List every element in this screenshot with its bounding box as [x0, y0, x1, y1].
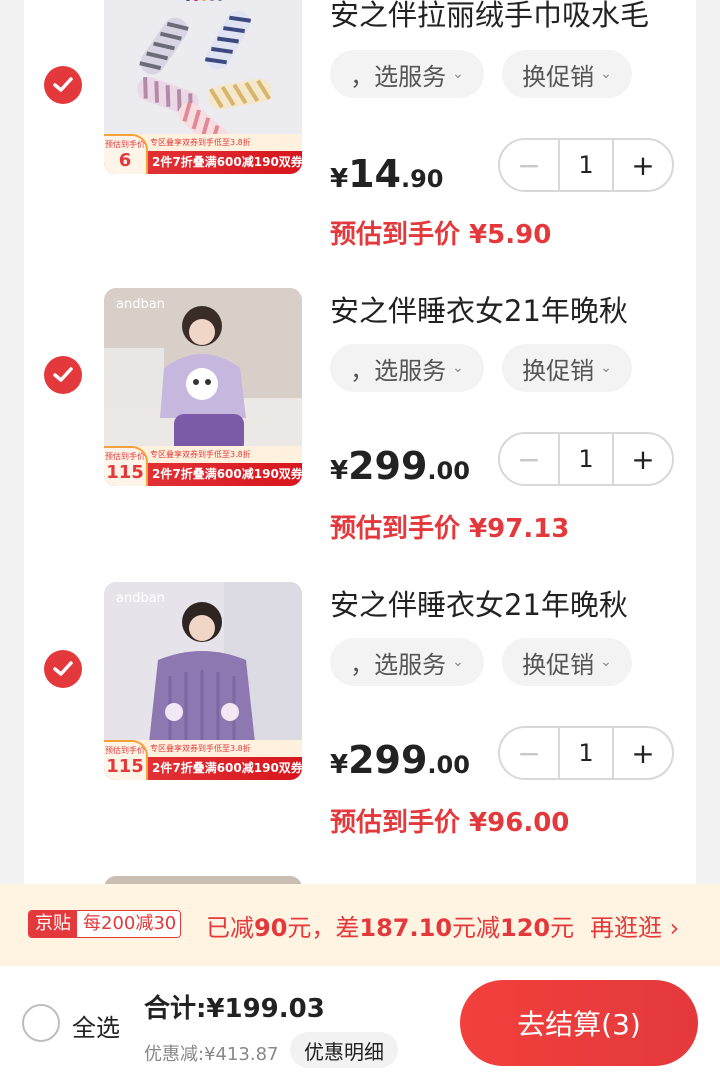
discount-amount: 优惠减:¥413.87 [144, 1044, 279, 1065]
select-service-button[interactable]: ，选服务 ⌄ [330, 344, 484, 392]
product-title[interactable]: 安之伴睡衣女21年晚秋 [330, 582, 690, 624]
chevron-down-icon: ⌄ [452, 654, 464, 670]
price-integer: 14 [348, 152, 401, 196]
msg-prefix: 已减 [206, 914, 254, 942]
select-service-button[interactable]: ，选服务 ⌄ [330, 50, 484, 98]
change-promo-button[interactable]: 换促销 ⌄ [502, 638, 632, 686]
badge-label: 预估到手价 [105, 452, 145, 461]
price-decimal: .90 [400, 165, 444, 193]
discount-detail-button[interactable]: 优惠明细 [290, 1032, 398, 1068]
decrease-button[interactable]: − [500, 728, 558, 778]
change-promo-button[interactable]: 换促销 ⌄ [502, 344, 632, 392]
promo-strip: 专区叠享双券到手低至3.8折 2件7折叠满600减190双券 预估到手价 6 [104, 134, 302, 174]
quantity-stepper: − 1 + [498, 432, 674, 486]
subsidy-tag-label: 京贴 [29, 911, 77, 937]
checkout-button[interactable]: 去结算(3) [460, 980, 698, 1066]
estimate-badge: 预估到手价 115 [104, 740, 148, 780]
subsidy-message: 已减90元，差187.10元减120元 [206, 908, 574, 943]
cart-item: 安之伴睡衣女21年晚秋 [24, 876, 696, 884]
product-price: ¥299.00 [330, 738, 470, 782]
increase-button[interactable]: + [614, 728, 672, 778]
select-all-label[interactable]: 全选 [72, 1008, 120, 1043]
increase-button[interactable]: + [614, 434, 672, 484]
product-price: ¥299.00 [330, 444, 470, 488]
quantity-stepper: − 1 + [498, 726, 674, 780]
product-image[interactable]: andban 专区叠享双券到手低至3.8折 2件7折叠满600减190双券 预估… [104, 582, 302, 780]
promo-strip: 专区叠享双券到手低至3.8折 2件7折叠满600减190双券 预估到手价 115 [104, 740, 302, 780]
promo-label: 换促销 [522, 650, 595, 679]
product-image[interactable] [104, 876, 302, 884]
msg-suffix: 元 [550, 914, 575, 942]
msg-amount-next: 120 [500, 914, 551, 942]
checkout-bar: 全选 合计:¥199.03 优惠减:¥413.87 优惠明细 去结算(3) [0, 966, 720, 1079]
quantity-value[interactable]: 1 [558, 728, 614, 778]
check-icon [53, 661, 73, 676]
promo-label: 换促销 [522, 62, 595, 91]
badge-number: 6 [118, 150, 132, 171]
chevron-down-icon: ⌄ [600, 66, 612, 82]
change-promo-button[interactable]: 换促销 ⌄ [502, 50, 632, 98]
msg-mid: 元，差 [287, 914, 360, 942]
quantity-value[interactable]: 1 [558, 434, 614, 484]
item-checkbox-checked[interactable] [44, 356, 82, 394]
total-price: 合计:¥199.03 [144, 994, 325, 1024]
subsidy-banner: 京贴 每200减30 已减90元，差187.10元减120元 再逛逛 › [0, 884, 720, 966]
msg-mid2: 元减 [452, 914, 501, 942]
decrease-button[interactable]: − [500, 434, 558, 484]
quantity-stepper: − 1 + [498, 138, 674, 192]
chevron-down-icon: ⌄ [452, 360, 464, 376]
price-currency: ¥ [330, 164, 349, 194]
browse-more-link[interactable]: 再逛逛 › [590, 908, 679, 943]
estimated-price: 预估到手价 ¥96.00 [330, 808, 570, 838]
msg-amount-reduced: 90 [254, 914, 288, 942]
item-checkbox-checked[interactable] [44, 650, 82, 688]
select-all-checkbox[interactable] [22, 1004, 60, 1042]
chevron-down-icon: ⌄ [600, 360, 612, 376]
promo-strip: 专区叠享双券到手低至3.8折 2件7折叠满600减190双券 预估到手价 115 [104, 446, 302, 486]
price-integer: 299 [348, 444, 428, 488]
msg-amount-gap: 187.10 [359, 914, 453, 942]
price-currency: ¥ [330, 456, 349, 486]
product-title[interactable]: 安之伴睡衣女21年晚秋 [330, 288, 690, 330]
price-integer: 299 [348, 738, 428, 782]
estimate-badge: 预估到手价 6 [104, 134, 148, 174]
service-label: ，选服务 [350, 356, 447, 385]
service-label: ，选服务 [350, 650, 447, 679]
product-image[interactable]: andban 专区叠享双券到手低至3.8折 2件7折叠满600减190双券 预估… [104, 288, 302, 486]
product-title[interactable]: 安之伴睡衣女21年晚秋 [330, 876, 690, 884]
cart-card: 专区叠享双券到手低至3.8折 2件7折叠满600减190双券 预估到手价 6 安… [24, 0, 696, 884]
select-service-button[interactable]: ，选服务 ⌄ [330, 638, 484, 686]
product-title[interactable]: 安之伴拉丽绒手巾吸水毛 [330, 0, 690, 34]
price-currency: ¥ [330, 750, 349, 780]
cart-item: andban 专区叠享双券到手低至3.8折 2件7折叠满600减190双券 预估… [24, 288, 696, 582]
check-icon [53, 367, 73, 382]
subsidy-tag: 京贴 每200减30 [28, 910, 182, 938]
promo-label: 换促销 [522, 356, 595, 385]
quantity-value[interactable]: 1 [558, 140, 614, 190]
increase-button[interactable]: + [614, 140, 672, 190]
price-decimal: .00 [427, 457, 470, 485]
check-icon [53, 77, 73, 92]
brand-text: andban [116, 591, 165, 606]
badge-label: 预估到手价 [105, 140, 145, 149]
chevron-down-icon: ⌄ [452, 66, 464, 82]
estimated-price: 预估到手价 ¥5.90 [330, 220, 552, 250]
cart-item: 专区叠享双券到手低至3.8折 2件7折叠满600减190双券 预估到手价 6 安… [24, 0, 696, 280]
badge-number: 115 [106, 462, 144, 483]
badge-number: 115 [106, 756, 144, 777]
item-checkbox-checked[interactable] [44, 66, 82, 104]
estimated-price: 预估到手价 ¥97.13 [330, 514, 570, 544]
subsidy-tag-rule: 每200减30 [77, 911, 181, 937]
decrease-button[interactable]: − [500, 140, 558, 190]
product-price: ¥14.90 [330, 152, 444, 196]
service-label: ，选服务 [350, 62, 447, 91]
product-image[interactable]: 专区叠享双券到手低至3.8折 2件7折叠满600减190双券 预估到手价 6 [104, 0, 302, 174]
badge-label: 预估到手价 [105, 746, 145, 755]
chevron-down-icon: ⌄ [600, 654, 612, 670]
cart-item: andban 专区叠享双券到手低至3.8折 2件7折叠满600减190双券 预估… [24, 582, 696, 876]
price-decimal: .00 [427, 751, 470, 779]
brand-text: andban [116, 297, 165, 312]
estimate-badge: 预估到手价 115 [104, 446, 148, 486]
